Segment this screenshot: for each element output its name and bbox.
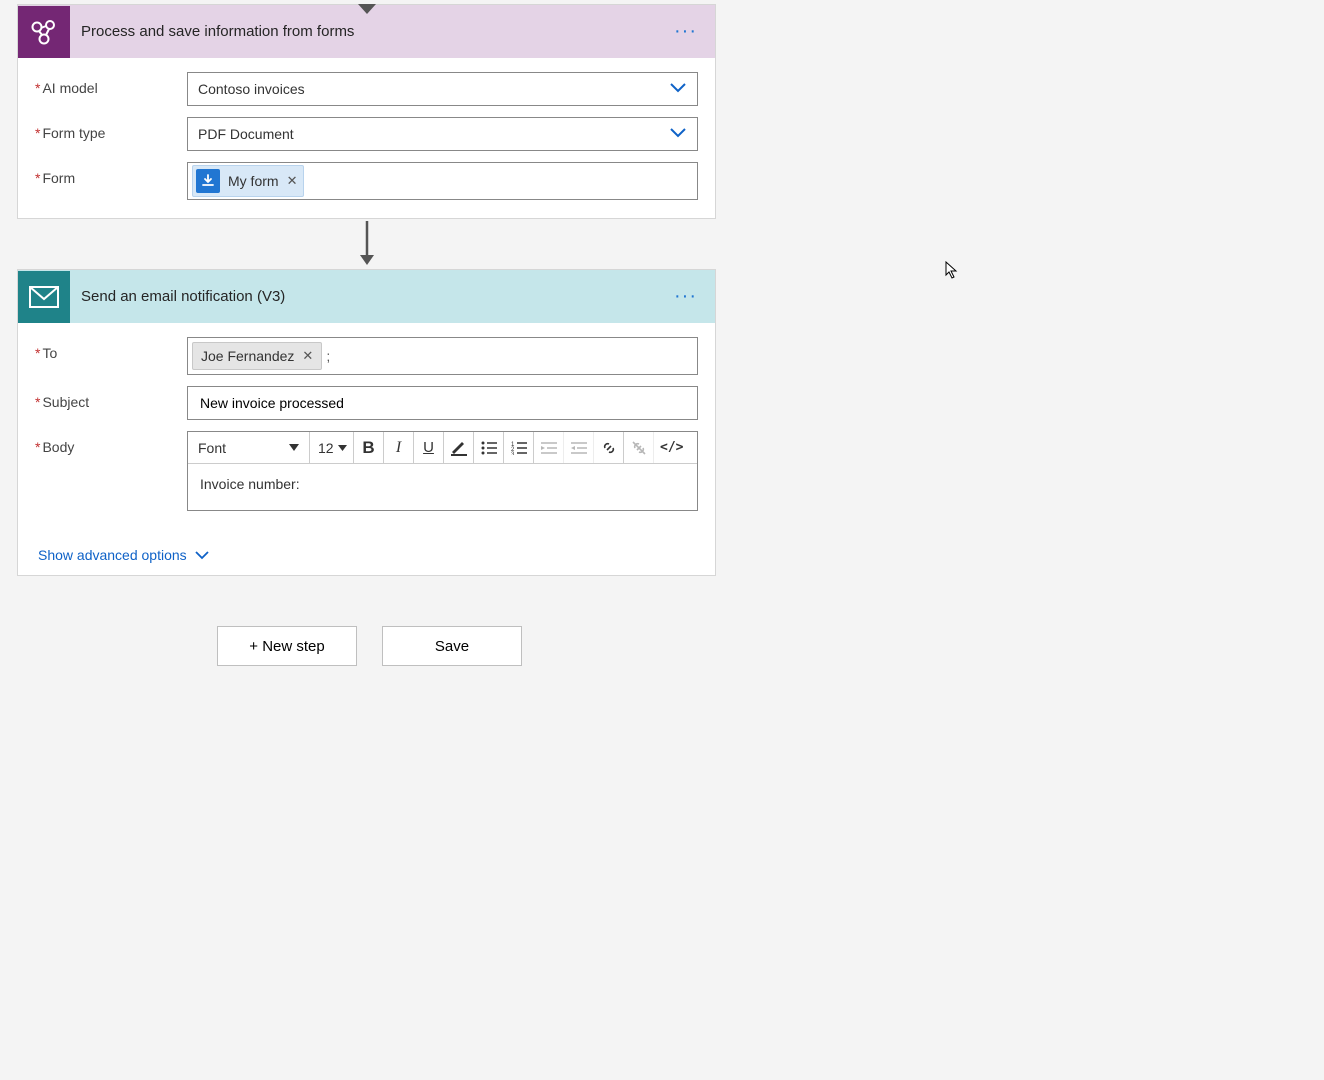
ai-forms-card: Process and save information from forms … — [17, 4, 716, 219]
form-type-select[interactable]: PDF Document — [187, 117, 698, 151]
recipient-name: Joe Fernandez — [201, 348, 294, 364]
bold-button[interactable]: B — [354, 432, 384, 463]
more-menu-button[interactable]: ··· — [668, 285, 703, 308]
body-content[interactable]: Invoice number: — [188, 464, 697, 510]
ai-builder-icon — [18, 6, 70, 58]
bullet-list-button[interactable] — [474, 432, 504, 463]
card-title: Send an email notification (V3) — [70, 288, 668, 305]
chevron-down-icon — [195, 551, 209, 560]
to-input[interactable]: Joe Fernandez ✕ ; — [187, 337, 698, 375]
unlink-button — [624, 432, 654, 463]
save-button[interactable]: Save — [382, 626, 522, 666]
card-header[interactable]: Send an email notification (V3) ··· — [18, 270, 715, 323]
underline-button[interactable]: U — [414, 432, 444, 463]
card-title: Process and save information from forms — [70, 23, 668, 40]
svg-text:3: 3 — [511, 452, 515, 455]
form-token[interactable]: My form ✕ — [192, 165, 304, 197]
text-color-button[interactable] — [444, 432, 474, 463]
form-token-label: My form — [228, 173, 279, 189]
to-label: To — [42, 345, 57, 361]
font-size-dropdown[interactable]: 12 — [310, 432, 354, 463]
remove-token-button[interactable]: ✕ — [287, 173, 298, 189]
chevron-down-icon — [669, 126, 687, 142]
form-label: Form — [42, 170, 75, 186]
form-input[interactable]: My form ✕ — [187, 162, 698, 200]
email-card: Send an email notification (V3) ··· *To … — [17, 269, 716, 576]
ai-model-label: AI model — [42, 80, 97, 96]
outdent-button — [534, 432, 564, 463]
code-view-button[interactable]: </> — [654, 432, 689, 463]
indent-button — [564, 432, 594, 463]
italic-button[interactable]: I — [384, 432, 414, 463]
subject-input[interactable] — [187, 386, 698, 420]
recipient-separator: ; — [324, 348, 332, 364]
font-dropdown[interactable]: Font — [188, 432, 310, 463]
dynamic-content-icon — [196, 169, 220, 193]
ai-model-select[interactable]: Contoso invoices — [187, 72, 698, 106]
subject-label: Subject — [42, 394, 89, 410]
email-icon — [18, 271, 70, 323]
chevron-down-icon — [669, 81, 687, 97]
remove-recipient-button[interactable]: ✕ — [302, 348, 313, 364]
form-type-value: PDF Document — [198, 126, 294, 142]
ai-model-value: Contoso invoices — [198, 81, 305, 97]
new-step-button[interactable]: + New step — [217, 626, 357, 666]
number-list-button[interactable]: 1 2 3 — [504, 432, 534, 463]
body-editor: Font 12 B I U — [187, 431, 698, 511]
rte-toolbar: Font 12 B I U — [188, 432, 697, 464]
body-label: Body — [42, 439, 74, 455]
connector-arrow — [17, 219, 716, 269]
mouse-cursor-icon — [945, 261, 961, 277]
more-menu-button[interactable]: ··· — [668, 20, 703, 43]
recipient-token[interactable]: Joe Fernandez ✕ — [192, 342, 322, 370]
link-button[interactable] — [594, 432, 624, 463]
show-advanced-options-link[interactable]: Show advanced options — [18, 529, 227, 575]
form-type-label: Form type — [42, 125, 105, 141]
